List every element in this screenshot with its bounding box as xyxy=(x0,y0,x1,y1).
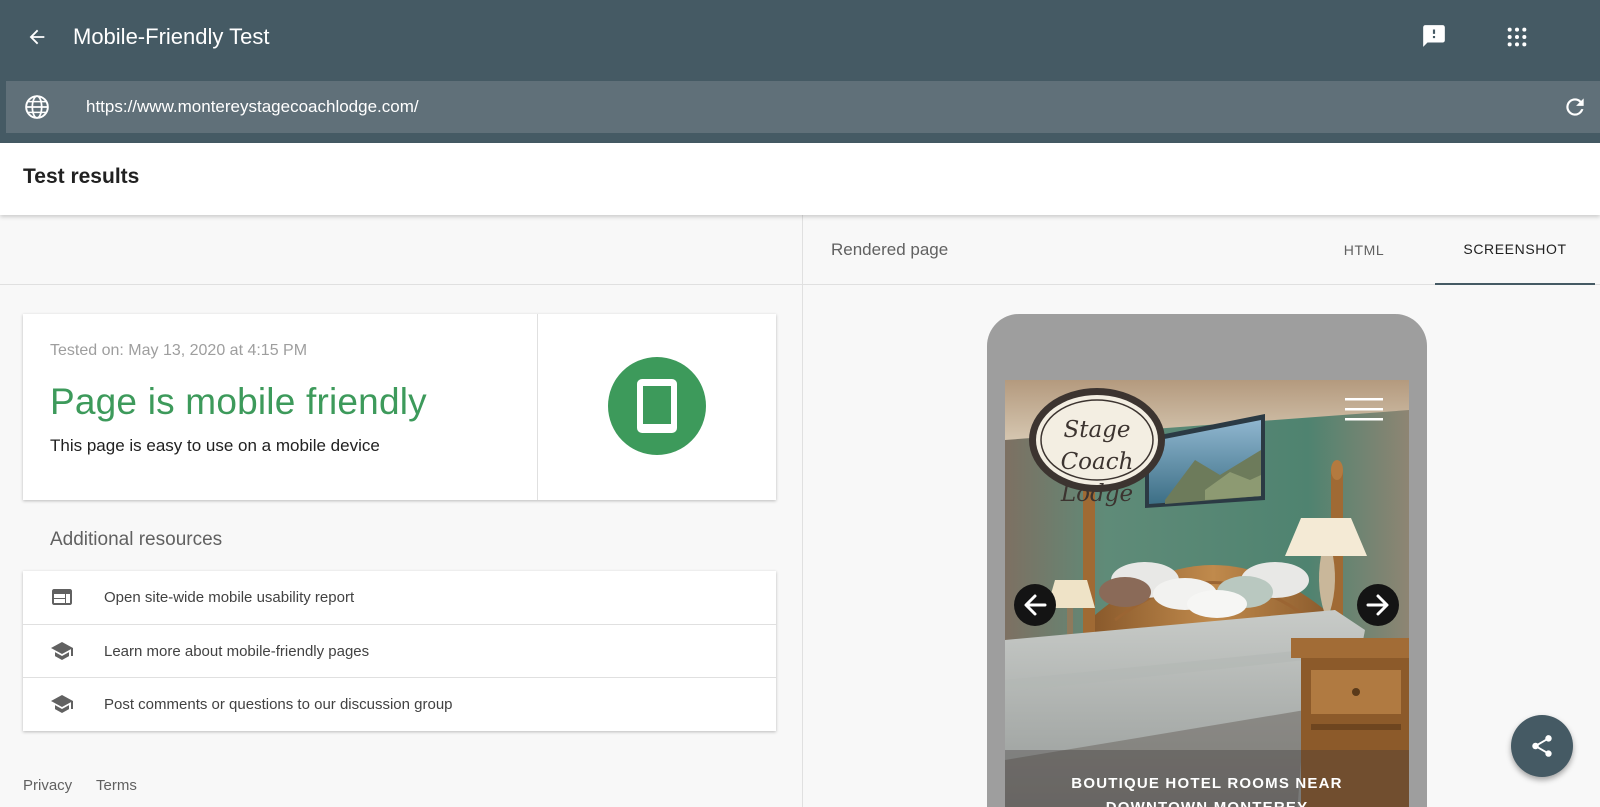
resources-heading: Additional resources xyxy=(50,529,223,550)
title-row: Mobile-Friendly Test xyxy=(0,0,1600,76)
back-button[interactable] xyxy=(22,22,52,52)
slider-prev-icon xyxy=(1014,584,1056,626)
resource-discussion-group[interactable]: Post comments or questions to our discus… xyxy=(23,677,776,730)
tab-html[interactable]: HTML xyxy=(1319,215,1409,285)
site-logo-line-2: Lodge xyxy=(1060,481,1134,507)
site-caption-line-2: DOWNTOWN MONTEREY xyxy=(1005,796,1409,807)
left-subheader xyxy=(0,215,802,285)
globe-icon xyxy=(25,95,49,119)
refresh-icon[interactable] xyxy=(1562,94,1588,120)
url-input[interactable] xyxy=(86,89,1526,125)
resource-learn-more[interactable]: Learn more about mobile-friendly pages xyxy=(23,624,776,677)
feedback-button[interactable] xyxy=(1420,22,1448,50)
resource-usability-report[interactable]: Open site-wide mobile usability report xyxy=(23,571,776,624)
mobile-friendly-badge xyxy=(608,357,706,455)
apps-button[interactable] xyxy=(1502,22,1532,52)
tested-on-timestamp: Tested on: May 13, 2020 at 4:15 PM xyxy=(50,342,308,359)
url-bar xyxy=(6,81,1600,133)
preview-toolbar: Rendered page HTML SCREENSHOT xyxy=(803,215,1600,285)
left-panel: Tested on: May 13, 2020 at 4:15 PM Page … xyxy=(0,215,803,807)
results-header: Test results xyxy=(0,143,1600,215)
web-icon xyxy=(52,589,72,605)
phone-frame: Stage Coach Lodge BOUTIQUE HOTEL ROOMS N… xyxy=(987,314,1427,807)
resource-label: Open site-wide mobile usability report xyxy=(104,589,355,606)
smartphone-icon xyxy=(637,379,677,433)
result-text-area: Tested on: May 13, 2020 at 4:15 PM Page … xyxy=(23,314,538,500)
feedback-icon xyxy=(1423,25,1445,47)
site-logo: Stage Coach Lodge xyxy=(1029,414,1165,510)
site-caption-line-1: BOUTIQUE HOTEL ROOMS NEAR xyxy=(1071,775,1343,792)
site-logo-line-1: Stage Coach xyxy=(1060,417,1134,475)
result-summary-card: Tested on: May 13, 2020 at 4:15 PM Page … xyxy=(23,314,776,500)
rendered-page-label: Rendered page xyxy=(831,240,949,259)
resources-list: Open site-wide mobile usability report L… xyxy=(23,571,776,731)
resource-label: Post comments or questions to our discus… xyxy=(104,695,453,713)
privacy-link[interactable]: Privacy xyxy=(23,777,72,794)
verdict-description: This page is easy to use on a mobile dev… xyxy=(50,436,380,455)
rendered-screenshot: Stage Coach Lodge BOUTIQUE HOTEL ROOMS N… xyxy=(1005,380,1409,807)
slider-next-icon xyxy=(1357,584,1399,626)
arrow-back-icon xyxy=(29,29,45,45)
resource-label: Learn more about mobile-friendly pages xyxy=(104,642,370,660)
app-title: Mobile-Friendly Test xyxy=(73,24,270,49)
app-header: Mobile-Friendly Test xyxy=(0,0,1600,143)
share-button[interactable] xyxy=(1511,715,1573,777)
site-caption: BOUTIQUE HOTEL ROOMS NEAR DOWNTOWN MONTE… xyxy=(1005,772,1409,807)
tab-screenshot[interactable]: SCREENSHOT xyxy=(1435,215,1595,285)
school-icon xyxy=(51,695,73,713)
school-icon xyxy=(51,642,73,660)
results-title: Test results xyxy=(23,165,140,188)
terms-link[interactable]: Terms xyxy=(96,777,137,794)
verdict-heading: Page is mobile friendly xyxy=(50,381,427,422)
share-icon xyxy=(1532,735,1552,757)
apps-grid-icon xyxy=(1507,27,1527,47)
right-panel: Rendered page HTML SCREENSHOT Stage Coac… xyxy=(803,215,1600,807)
